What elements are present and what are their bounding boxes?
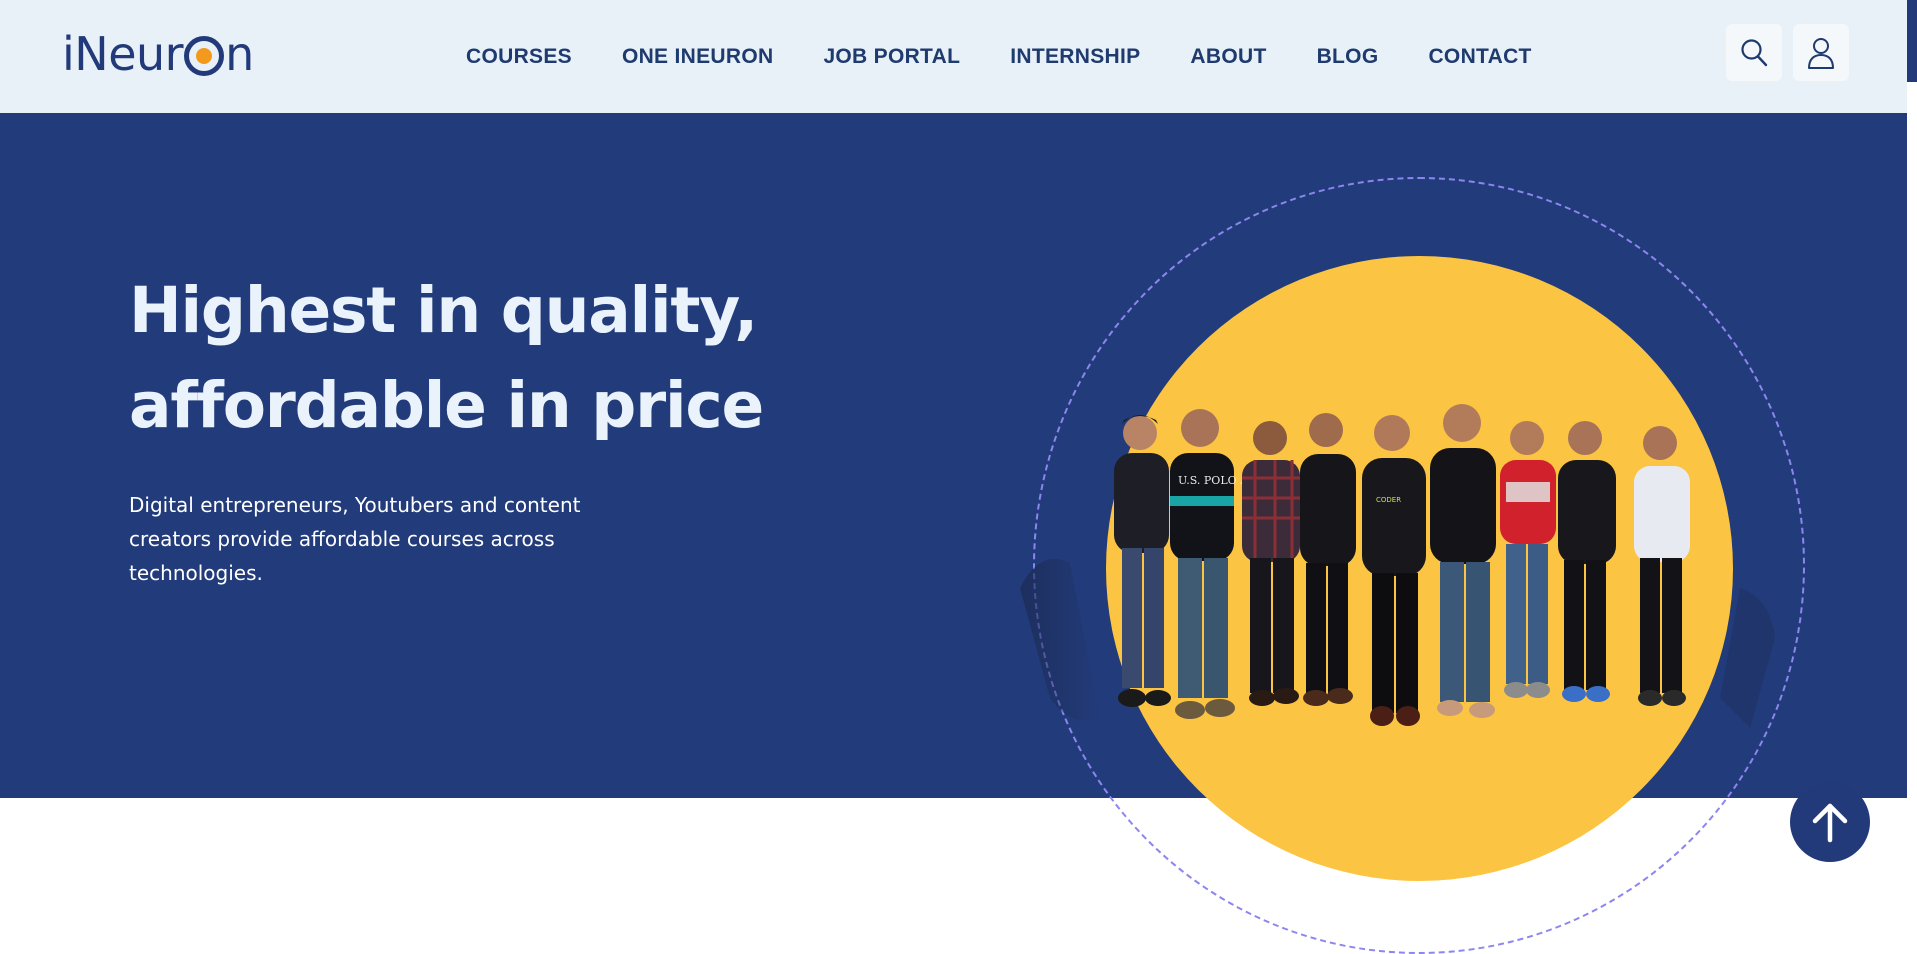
nav-item-blog[interactable]: BLOG — [1317, 45, 1379, 69]
hero-subtext: Digital entrepreneurs, Youtubers and con… — [129, 493, 581, 585]
logo-ring-icon — [184, 36, 225, 76]
main-nav: COURSES ONE INEURON JOB PORTAL INTERNSHI… — [466, 0, 1582, 113]
nav-item-one-ineuron[interactable]: ONE INEURON — [622, 45, 773, 69]
nav-item-about[interactable]: ABOUT — [1190, 45, 1266, 69]
nav-item-courses[interactable]: COURSES — [466, 45, 572, 69]
nav-item-job-portal[interactable]: JOB PORTAL — [823, 45, 960, 69]
hero-headline-line-2: affordable in price — [129, 369, 764, 442]
nav-item-contact[interactable]: CONTACT — [1428, 45, 1531, 69]
user-icon — [1808, 37, 1834, 69]
page-scrollbar[interactable] — [1907, 0, 1917, 900]
nav-item-internship[interactable]: INTERNSHIP — [1010, 45, 1140, 69]
hero-headline: Highest in quality, affordable in price — [129, 263, 849, 453]
team-group-photo: U.S. POLO ASS CODER — [1020, 404, 1775, 728]
account-button[interactable] — [1793, 24, 1849, 81]
logo-text-start: iNeur — [62, 27, 184, 81]
hero-section: Highest in quality, affordable in price … — [0, 113, 1907, 954]
search-icon — [1741, 38, 1768, 66]
scrollbar-thumb[interactable] — [1907, 0, 1917, 82]
arrow-up-icon — [1812, 803, 1848, 843]
ineuron-logo[interactable]: iNeur n — [62, 26, 254, 82]
scroll-to-top-button[interactable] — [1790, 782, 1870, 862]
search-button[interactable] — [1726, 24, 1782, 81]
hero-headline-line-1: Highest in quality, — [129, 274, 758, 347]
top-navbar: iNeur n COURSES ONE INEURON JOB PORTAL IN… — [0, 0, 1907, 113]
shirt-text-coder: CODER — [1376, 496, 1401, 504]
logo-text-end: n — [225, 27, 254, 81]
